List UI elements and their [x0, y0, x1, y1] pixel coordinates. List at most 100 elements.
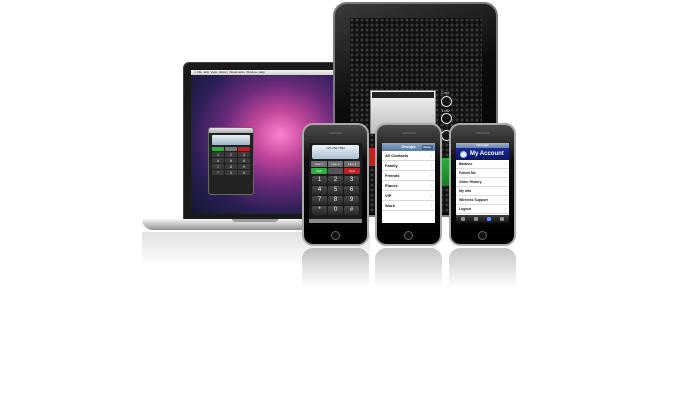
dialer-window-titlebar[interactable]	[209, 128, 253, 133]
list-item[interactable]: Places ›	[382, 181, 435, 191]
dialer-window-key[interactable]: 1	[212, 152, 224, 157]
keypad-key[interactable]: 3	[344, 176, 359, 185]
speaker-grille	[329, 132, 343, 134]
line-3-button[interactable]: Line 3	[344, 161, 361, 167]
dialer-window-key[interactable]: 9	[238, 164, 250, 169]
chevron-right-icon: ›	[504, 180, 506, 184]
dialer-window-key[interactable]: 0	[225, 170, 237, 175]
keypad-key[interactable]: #	[344, 206, 359, 215]
list-item[interactable]: Balance ›	[456, 160, 509, 169]
dialer-window-key[interactable]: 3	[238, 152, 250, 157]
list-item[interactable]: Work ›	[382, 201, 435, 211]
line-1-button[interactable]: Line 1	[311, 161, 327, 167]
dialer-window-key[interactable]: 8	[225, 164, 237, 169]
volume-icon[interactable]	[441, 113, 452, 124]
line-2-button[interactable]: Line 2	[327, 161, 344, 167]
keypad-key[interactable]: 5	[328, 186, 343, 195]
dialer-window-key[interactable]: 6	[238, 158, 250, 163]
iphone-dialer-reflection	[302, 248, 369, 288]
dialer-window-end-button[interactable]	[238, 147, 250, 151]
laptop-menubar:  File Edit View History Bookmarks Windo…	[191, 70, 353, 75]
dialer-window-key[interactable]: #	[238, 170, 250, 175]
menubar-item-edit[interactable]: Edit	[204, 70, 209, 74]
list-item-label: Follow Me	[459, 171, 476, 175]
dialer-window-mid-button[interactable]	[225, 147, 237, 151]
account-status-title: Account	[476, 143, 489, 147]
list-item-label: Balance	[459, 162, 473, 166]
groups-title: Groups	[401, 144, 416, 149]
speaker-grille	[476, 132, 490, 134]
laptop-dialer-window[interactable]: 1 2 3 4 5 6 7 8 9 * 0 #	[208, 127, 254, 195]
conference-icon[interactable]	[441, 96, 452, 107]
dialer-window-key[interactable]: 7	[212, 164, 224, 169]
list-item[interactable]: My Info ›	[456, 187, 509, 196]
apple-icon: 	[194, 70, 196, 74]
keypad-key[interactable]: 1	[312, 176, 327, 185]
dialer-window-key[interactable]: 5	[225, 158, 237, 163]
list-item[interactable]: Logout ›	[456, 205, 509, 214]
list-item[interactable]: Friends ›	[382, 171, 435, 181]
keypad-key[interactable]: 4	[312, 186, 327, 195]
list-item[interactable]: All Contacts ›	[382, 151, 435, 161]
chevron-right-icon: ›	[504, 162, 506, 166]
keypad-key[interactable]: 9	[344, 196, 359, 205]
chevron-right-icon: ›	[504, 189, 506, 193]
dialer-display: 123-456-7890	[312, 145, 359, 159]
dialer-bottom-bar	[309, 219, 362, 223]
home-button[interactable]	[404, 231, 413, 240]
dialer-window-key[interactable]: 4	[212, 158, 224, 163]
list-item[interactable]: Family ›	[382, 161, 435, 171]
list-item-label: Family	[385, 163, 398, 168]
dialer-window-call-button[interactable]	[212, 147, 224, 151]
done-button[interactable]: Done	[421, 144, 433, 150]
chevron-right-icon: ›	[504, 207, 506, 211]
menubar-item-file[interactable]: File	[197, 70, 202, 74]
list-item[interactable]: Wireless Support ›	[456, 196, 509, 205]
menubar-item-bookmarks[interactable]: Bookmarks	[230, 70, 245, 74]
tab-icon[interactable]	[460, 217, 465, 221]
keypad-key[interactable]: *	[312, 206, 327, 215]
iphone-groups-screen: Groups Done All Contacts › Family › Friend…	[382, 143, 435, 223]
chevron-right-icon: ›	[504, 198, 506, 202]
call-buttons-row: Call End	[311, 168, 361, 174]
speaker-grille	[402, 132, 416, 134]
dialer-window-call-row	[212, 147, 250, 151]
dialer-window-key[interactable]: 2	[225, 152, 237, 157]
keypad-key[interactable]: 6	[344, 186, 359, 195]
chevron-right-icon: ›	[430, 163, 432, 168]
list-item-label: Work	[385, 203, 395, 208]
keypad-key[interactable]: 0	[328, 206, 343, 215]
keypad-key[interactable]: 2	[328, 176, 343, 185]
call-button[interactable]: Call	[311, 168, 327, 174]
iphone-dialer: 123-456-7890 Line 1 Line 2 Line 3 Call E…	[302, 123, 369, 246]
end-call-button[interactable]: End	[344, 168, 361, 174]
account-header-title: My Account	[470, 151, 504, 157]
keypad-key[interactable]: 8	[328, 196, 343, 205]
tab-icon-active[interactable]	[487, 217, 492, 221]
home-button[interactable]	[331, 231, 340, 240]
menubar-item-help[interactable]: Help	[259, 70, 265, 74]
home-button[interactable]	[478, 231, 487, 240]
tab-icon[interactable]	[500, 217, 505, 221]
list-item[interactable]: Follow Me ›	[456, 169, 509, 178]
keypad-key[interactable]: 7	[312, 196, 327, 205]
keypad: 1 2 3 4 5 6 7 8 9 * 0 #	[312, 176, 359, 215]
chevron-right-icon: ›	[430, 183, 432, 188]
dialer-window-keypad: 1 2 3 4 5 6 7 8 9 * 0 #	[212, 152, 250, 175]
menubar-item-history[interactable]: History	[219, 70, 228, 74]
iphone-account: Account My Account Balance › Follow Me › O…	[449, 123, 516, 246]
iphone-dialer-screen: 123-456-7890 Line 1 Line 2 Line 3 Call E…	[309, 143, 362, 223]
list-item-label: Places	[385, 183, 398, 188]
ipad-panel-display	[372, 92, 434, 98]
list-item[interactable]: VIP ›	[382, 191, 435, 201]
dialer-window-display	[212, 135, 250, 145]
tab-icon[interactable]	[473, 217, 478, 221]
menubar-item-window[interactable]: Window	[246, 70, 257, 74]
list-item[interactable]: Order History ›	[456, 178, 509, 187]
chevron-right-icon: ›	[430, 193, 432, 198]
chevron-right-icon: ›	[430, 173, 432, 178]
hold-button[interactable]	[327, 168, 344, 174]
iphone-account-screen: Account My Account Balance › Follow Me › O…	[456, 143, 509, 223]
dialer-window-key[interactable]: *	[212, 170, 224, 175]
menubar-item-view[interactable]: View	[210, 70, 216, 74]
